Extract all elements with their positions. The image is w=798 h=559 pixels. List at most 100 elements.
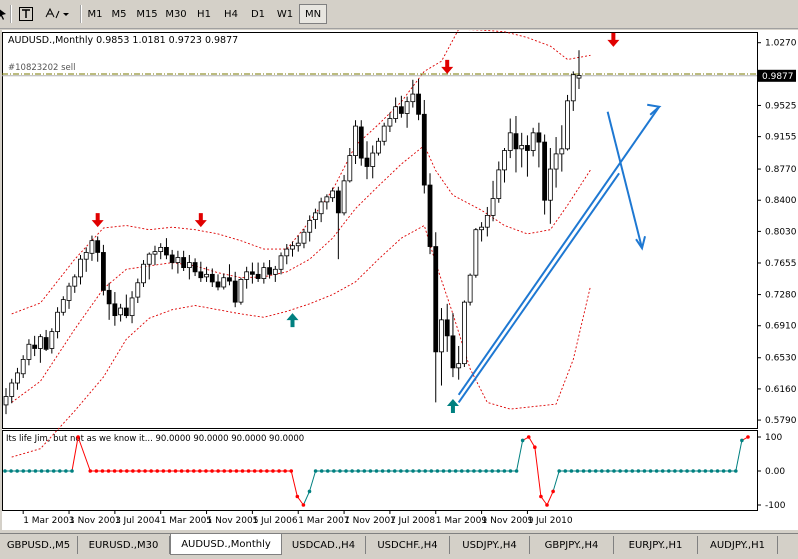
chart-tab[interactable]: EURJPY.,H1 (614, 536, 698, 554)
indicator-dot (198, 469, 202, 473)
candle-body (318, 201, 324, 215)
price-chart[interactable]: 1.0270 0.9525 0.9155 0.8770 0.8400 0.8030 0.76… (0, 28, 798, 530)
indicator-dot (667, 469, 671, 473)
candle-body (559, 148, 565, 155)
candle-body (227, 277, 232, 282)
indicator-dot (648, 469, 653, 473)
text-tool-icon[interactable] (16, 4, 36, 24)
timeframe-w1-button[interactable]: W1 (272, 4, 298, 24)
indicator-dot (386, 469, 391, 473)
time-tick-label: 1 Nov 2009 (482, 516, 534, 526)
candle-body (66, 285, 72, 301)
candle-body (353, 125, 358, 156)
price-tick-label: 0.9155 (765, 133, 797, 143)
indicator-dot (539, 494, 543, 499)
indicator-dot (350, 469, 354, 473)
price-tick-label: 0.8400 (765, 196, 797, 206)
chart-symbol-label: AUDUSD.,Monthly 0.9853 1.0181 0.9723 0.9… (8, 35, 238, 46)
indicator-dot (88, 469, 93, 473)
timeframe-m30-button[interactable]: M30 (162, 4, 190, 24)
indicator-dot (459, 469, 464, 473)
price-tick-label: 0.6910 (765, 322, 797, 332)
timeframe-m15-button[interactable]: M15 (133, 4, 161, 24)
candle-body (186, 262, 192, 269)
indicator-dot (691, 469, 695, 473)
candle-body (118, 307, 123, 316)
candle-body (164, 246, 169, 256)
indicator-dot (520, 438, 525, 443)
candle-body (141, 263, 146, 284)
timeframe-d1-button[interactable]: D1 (245, 4, 271, 24)
timeframe-mn-button[interactable]: MN (299, 4, 327, 24)
indicator-dot (673, 469, 677, 473)
chart-window[interactable]: 1.0270 0.9525 0.9155 0.8770 0.8400 0.8030 0.76… (0, 28, 798, 530)
indicator-tick-label: 100 (765, 433, 782, 443)
chart-tab[interactable]: USDJPY.,H4 (450, 536, 530, 554)
candle-body (330, 190, 336, 199)
candle-body (433, 246, 439, 353)
candle-body (335, 190, 341, 214)
candle-body (490, 198, 496, 216)
candle-body (175, 257, 181, 263)
time-tick-label: 1 Nov 2007 (344, 516, 396, 526)
chart-tab[interactable]: GBPUSD.,M5 (0, 536, 78, 554)
indicator-dot (319, 469, 324, 473)
arrow-cursor-icon[interactable] (0, 4, 8, 24)
indicator-dot (222, 469, 227, 473)
price-tick-label: 0.5790 (765, 416, 797, 426)
indicator-dot (685, 469, 689, 473)
indicator-tick-label: -100 (765, 501, 786, 511)
candle-body (404, 101, 410, 114)
timeframe-m5-button[interactable]: M5 (106, 4, 132, 24)
candle-body (9, 382, 15, 397)
candle-body (101, 252, 106, 291)
indicator-dot (295, 494, 300, 499)
candle-body (204, 273, 209, 278)
indicator-dot (642, 469, 647, 473)
indicator-dot (131, 469, 135, 473)
candle-body (3, 396, 9, 406)
indicator-dot (374, 469, 379, 473)
objects-dropdown-icon[interactable] (42, 4, 74, 24)
chart-tab[interactable]: EURUSD.,M30 (78, 536, 170, 554)
indicator-dot (33, 469, 38, 473)
chart-tab[interactable]: USDCAD.,H4 (282, 536, 366, 554)
candle-body (450, 335, 456, 369)
candle (473, 228, 479, 278)
candle-body (198, 271, 204, 279)
timeframe-h1-button[interactable]: H1 (191, 4, 217, 24)
indicator-label: Its life Jim, but not as we know it... 9… (6, 434, 304, 444)
candle-body (525, 145, 530, 151)
candle-body (307, 220, 313, 233)
indicator-dot (45, 469, 50, 473)
chart-tab[interactable]: AUDUSD.,Monthly (170, 534, 282, 555)
chart-tab[interactable]: AUDJPY.,H1 (698, 536, 778, 554)
candle-body (192, 262, 198, 273)
timeframe-h4-button[interactable]: H4 (218, 4, 244, 24)
indicator-dot (210, 469, 214, 473)
indicator-dot (569, 469, 574, 473)
indicator-dot (58, 469, 62, 473)
candle-body (272, 268, 278, 275)
indicator-dot (435, 469, 440, 473)
chart-tab[interactable]: USDCHF.,H4 (366, 536, 450, 554)
indicator-dot (21, 469, 26, 473)
candle-body (393, 106, 399, 119)
candle-body (547, 168, 553, 201)
indicator-dot (478, 469, 482, 473)
chart-tab[interactable]: GBPJPY.,H4 (530, 536, 614, 554)
indicator-dot (703, 469, 708, 473)
candle-body (530, 132, 536, 151)
indicator-dot (709, 469, 714, 473)
candle-body (244, 271, 250, 280)
candle-body (507, 132, 513, 151)
chart-tabs: GBPUSD.,M5 EURUSD.,M30 AUDUSD.,Monthly USDC… (0, 533, 798, 559)
indicator-dot (490, 469, 495, 473)
candle-body (410, 93, 416, 103)
indicator-dot (125, 469, 129, 473)
indicator-dot (246, 469, 251, 473)
timeframe-m1-button[interactable]: M1 (85, 4, 105, 24)
indicator-dot (734, 469, 738, 473)
indicator-dot (167, 469, 172, 473)
indicator-dot (27, 469, 32, 473)
